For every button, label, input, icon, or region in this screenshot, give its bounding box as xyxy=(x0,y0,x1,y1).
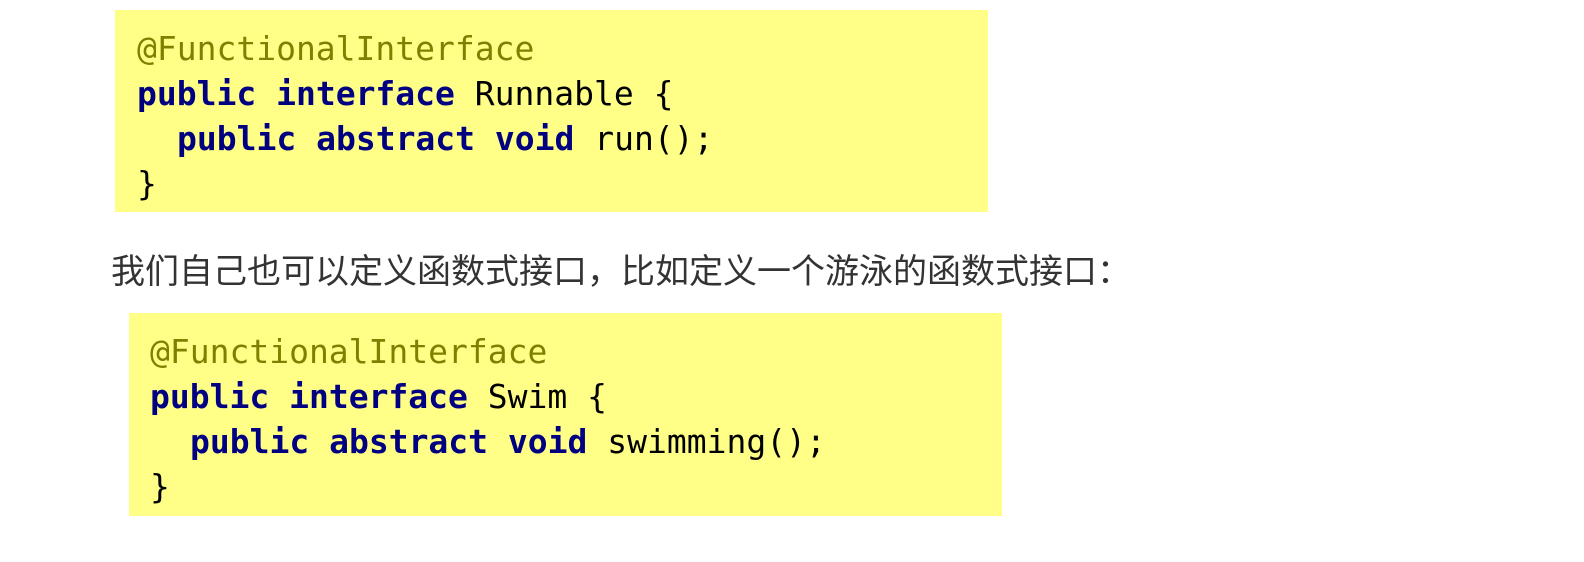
open-brace: { xyxy=(653,74,674,113)
keyword: interface xyxy=(276,74,455,113)
annotation: @FunctionalInterface xyxy=(150,332,548,371)
keyword: public xyxy=(150,377,270,416)
code-block-swim: @FunctionalInterface public interface Swi… xyxy=(129,313,1002,516)
keyword: public xyxy=(177,119,297,158)
code-line: public abstract void swimming(); xyxy=(150,419,1002,464)
close-brace: } xyxy=(150,467,170,506)
code-block-runnable: @FunctionalInterface public interface Run… xyxy=(115,10,988,212)
keyword: abstract xyxy=(329,422,489,461)
keyword: public xyxy=(137,74,257,113)
annotation: @FunctionalInterface xyxy=(137,29,535,68)
code-line: @FunctionalInterface xyxy=(137,26,988,71)
keyword: interface xyxy=(289,377,468,416)
keyword: void xyxy=(507,422,588,461)
method-signature: swimming(); xyxy=(607,422,826,461)
prose-paragraph: 我们自己也可以定义函数式接口，比如定义一个游泳的函数式接口： xyxy=(111,253,1131,291)
interface-name: Runnable xyxy=(474,74,634,113)
code-line: } xyxy=(137,161,988,206)
interface-name: Swim xyxy=(487,377,568,416)
code-line: public interface Runnable { xyxy=(137,71,988,116)
code-line: } xyxy=(150,464,1002,509)
keyword: abstract xyxy=(316,119,476,158)
code-line: public abstract void run(); xyxy=(137,116,988,161)
code-line: public interface Swim { xyxy=(150,374,1002,419)
open-brace: { xyxy=(587,377,608,416)
close-brace: } xyxy=(137,164,157,203)
code-line: @FunctionalInterface xyxy=(150,329,1002,374)
keyword: public xyxy=(190,422,310,461)
method-signature: run(); xyxy=(594,119,714,158)
keyword: void xyxy=(494,119,575,158)
